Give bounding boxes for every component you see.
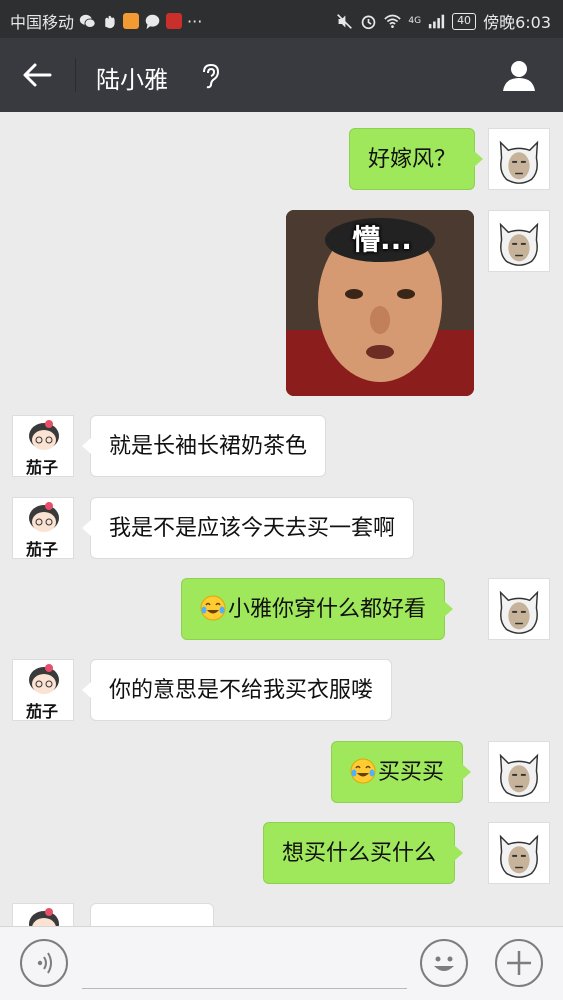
message-bubble[interactable]: 买买买: [331, 741, 472, 803]
message-text: 我是不是应该今天去买一套啊: [109, 516, 396, 541]
voice-input-button[interactable]: [20, 939, 68, 987]
sticker-message[interactable]: 懵...: [286, 210, 474, 396]
emoji-button[interactable]: [420, 939, 468, 987]
status-bar: 中国移动 ··· 4G 40 傍晚6:03: [0, 0, 563, 38]
message-bubble[interactable]: 我是不是应该今天去买一套啊: [81, 497, 415, 559]
message-text: 你的意思是不给我买衣服喽: [109, 678, 374, 703]
alarm-icon: [362, 15, 376, 29]
mute-icon: [337, 13, 353, 29]
message-list[interactable]: 好嫁风？ 懵... 茄子 就是长袖长裙奶茶色 茄子 我是不是应该今天去买一套啊 …: [0, 112, 563, 926]
chat-title: 陆小雅: [96, 66, 168, 94]
message-text: 小雅你穿什么都好看: [228, 597, 427, 622]
chat-header: 陆小雅: [0, 38, 563, 112]
network-type: 4G: [408, 16, 422, 26]
contact-avatar[interactable]: 茄子: [12, 415, 74, 477]
my-avatar[interactable]: [488, 128, 550, 190]
message-input[interactable]: [82, 939, 407, 989]
contact-avatar[interactable]: 茄子: [12, 497, 74, 559]
my-avatar[interactable]: [488, 578, 550, 640]
message-bubble[interactable]: 就是长袖长裙奶茶色: [81, 415, 327, 477]
voice-icon: [37, 952, 52, 974]
signal-icon: [428, 14, 445, 28]
wechat-icon: [79, 14, 96, 28]
profile-icon[interactable]: [501, 58, 537, 92]
avatar-label: 茄子: [26, 458, 59, 477]
weibo-icon: [123, 13, 140, 29]
message-bubble[interactable]: 小雅你穿什么都好看: [181, 578, 454, 640]
chat-icon: [145, 14, 160, 29]
huawei-icon: [166, 13, 183, 29]
emoji-icon: [434, 956, 454, 971]
message-bubble[interactable]: 好嫁风？: [349, 128, 484, 190]
battery-level: 40: [452, 12, 477, 30]
crying-laughing-emoji: [350, 758, 376, 784]
plus-icon: [507, 951, 531, 975]
my-avatar[interactable]: [488, 822, 550, 884]
message-text: 想买什么买什么: [282, 841, 437, 866]
more-functions-button[interactable]: [495, 939, 543, 987]
carrier-name: 中国移动: [10, 13, 75, 32]
crying-laughing-emoji: [200, 595, 226, 621]
avatar-illustration: [29, 908, 59, 926]
contact-avatar[interactable]: 茄子: [12, 659, 74, 721]
wifi-icon: [384, 14, 402, 28]
message-bubble[interactable]: 你的意思是不给我买衣服喽: [81, 659, 393, 721]
ear-icon: [203, 63, 220, 89]
my-avatar[interactable]: [488, 741, 550, 803]
header-divider: [75, 58, 76, 92]
my-avatar[interactable]: [488, 210, 550, 272]
message-bubble[interactable]: 想买什么买什么: [263, 822, 464, 884]
input-bar: [0, 926, 563, 1000]
avatar-label: 茄子: [26, 702, 59, 721]
sticker-caption: 懵...: [352, 223, 412, 256]
clock: 傍晚6:03: [483, 13, 551, 32]
message-text: 就是长袖长裙奶茶色: [109, 434, 308, 459]
back-arrow-icon[interactable]: [20, 60, 54, 90]
contact-avatar[interactable]: [12, 903, 74, 926]
message-text: 买买买: [378, 760, 445, 785]
message-bubble-partial[interactable]: [90, 903, 214, 926]
avatar-label: 茄子: [26, 540, 59, 559]
gesture-icon: [105, 15, 115, 28]
message-text: 好嫁风？: [368, 147, 457, 172]
more-notifications: ···: [187, 11, 203, 31]
